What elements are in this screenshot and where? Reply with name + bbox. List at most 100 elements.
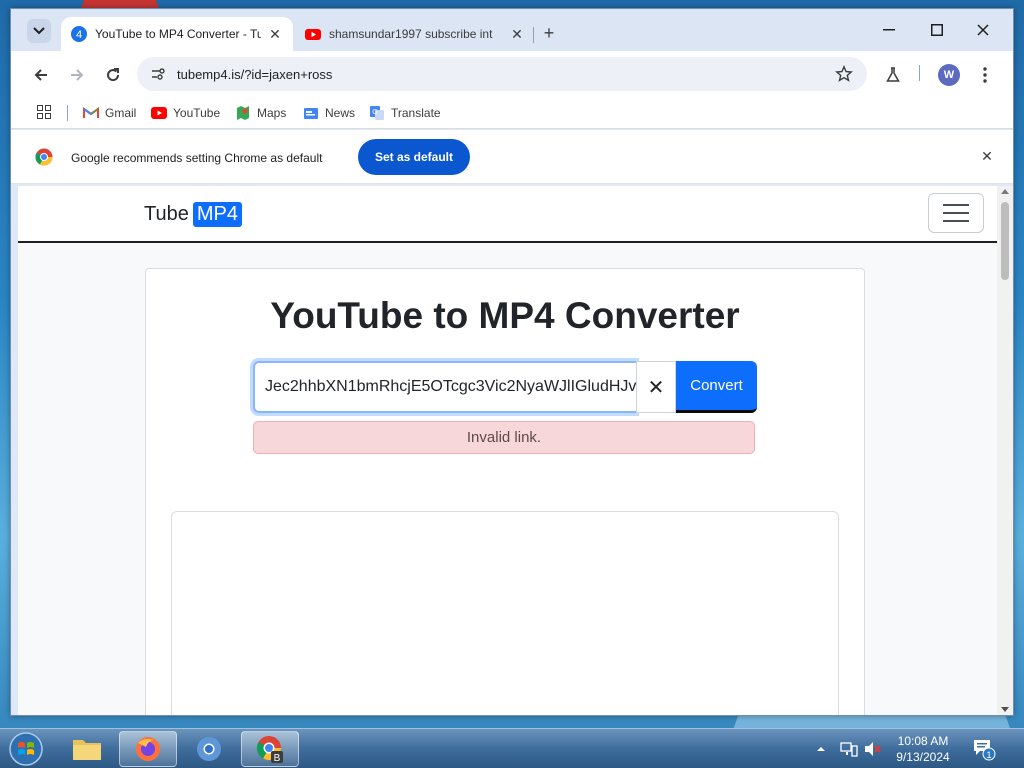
network-icon — [840, 742, 858, 757]
action-center-button[interactable]: 1 — [972, 729, 996, 768]
network-tray-button[interactable] — [840, 729, 858, 768]
bookmark-translate[interactable]: G Translate — [369, 105, 441, 121]
tab-separator — [533, 27, 534, 43]
window-close-button[interactable] — [963, 19, 1003, 41]
browser-window: 4 YouTube to MP4 Converter - Tu ✕ shamsu… — [10, 8, 1014, 716]
hamburger-icon — [943, 204, 969, 206]
bookmarks-bar: Gmail YouTube Maps News G Translate — [11, 97, 1013, 129]
site-logo[interactable]: Tube MP4 — [144, 202, 242, 227]
folder-icon — [73, 740, 101, 760]
chromium-icon — [197, 737, 221, 761]
clear-input-button[interactable]: ✕ — [636, 361, 676, 413]
tab-search-button[interactable] — [27, 19, 51, 43]
brand-text: Tube — [144, 203, 189, 225]
notification-icon: 1 — [974, 740, 996, 761]
maps-icon — [235, 105, 251, 121]
svg-text:G: G — [372, 109, 377, 116]
start-button[interactable] — [6, 731, 46, 767]
forward-button[interactable] — [65, 63, 89, 87]
gmail-icon — [83, 105, 99, 121]
reload-icon — [107, 68, 120, 82]
address-url[interactable]: tubemp4.is/?id=jaxen+ross — [177, 67, 332, 82]
apps-button[interactable] — [37, 105, 51, 119]
site-navbar: Tube MP4 — [18, 186, 997, 243]
bookmark-label: Maps — [257, 106, 287, 120]
reload-button[interactable] — [101, 63, 125, 87]
infobar-message: Google recommends setting Chrome as defa… — [71, 151, 323, 165]
tubemp4-favicon-icon: 4 — [71, 26, 87, 42]
tab-strip: 4 YouTube to MP4 Converter - Tu ✕ shamsu… — [11, 9, 1013, 51]
default-browser-infobar: Google recommends setting Chrome as defa… — [11, 130, 1013, 184]
converter-card: YouTube to MP4 Converter Jec2hhbXN1bmRhc… — [145, 268, 865, 715]
bookmark-youtube[interactable]: YouTube — [151, 105, 220, 121]
taskbar-explorer[interactable] — [58, 731, 116, 767]
new-tab-button[interactable]: + — [539, 23, 559, 43]
maximize-button[interactable] — [917, 19, 957, 41]
close-icon[interactable]: ✕ — [979, 148, 995, 164]
close-icon[interactable]: ✕ — [267, 26, 283, 42]
bookmark-label: YouTube — [173, 106, 221, 120]
taskbar: B 10:08 AM 9/13/2024 1 — [0, 728, 1024, 768]
more-vert-icon — [983, 67, 987, 83]
youtube-icon — [151, 105, 167, 121]
show-hidden-icons-button[interactable] — [816, 729, 826, 768]
toolbar-separator — [919, 65, 920, 81]
tab-youtube-video[interactable]: shamsundar1997 subscribe int ✕ — [295, 17, 535, 51]
clock-date: 9/13/2024 — [896, 750, 950, 764]
profile-button[interactable]: W — [937, 63, 961, 87]
site-info-icon[interactable] — [149, 65, 167, 83]
flask-icon — [886, 67, 900, 82]
close-icon — [977, 24, 989, 36]
taskbar-chromium[interactable] — [180, 731, 238, 767]
chrome-profile-badge: B — [274, 753, 281, 764]
set-as-default-button[interactable]: Set as default — [358, 139, 470, 175]
chevron-down-icon — [33, 27, 45, 35]
error-alert: Invalid link. — [253, 421, 755, 454]
bookmark-label: Translate — [391, 106, 441, 120]
system-clock[interactable]: 10:08 AM 9/13/2024 — [882, 733, 964, 765]
scroll-up-icon[interactable] — [1001, 189, 1009, 194]
convert-button[interactable]: Convert — [676, 361, 757, 413]
minimize-button[interactable] — [869, 19, 909, 41]
bookmark-label: Gmail — [105, 106, 137, 120]
taskbar-firefox[interactable] — [119, 731, 177, 767]
page-title: YouTube to MP4 Converter — [270, 295, 740, 336]
scroll-down-icon[interactable] — [1001, 707, 1009, 712]
maximize-icon — [931, 24, 943, 36]
bookmark-label: News — [325, 106, 356, 120]
notification-count: 1 — [986, 750, 991, 760]
close-icon[interactable]: ✕ — [509, 26, 525, 42]
bookmark-news[interactable]: News — [303, 105, 355, 121]
scrollbar-thumb[interactable] — [1001, 202, 1009, 280]
chevron-up-icon — [817, 747, 825, 751]
page-scrollbar[interactable] — [997, 186, 1013, 715]
tab-youtube-to-mp4[interactable]: 4 YouTube to MP4 Converter - Tu ✕ — [61, 17, 293, 51]
windows-start-icon — [9, 732, 43, 766]
chrome-icon: B — [256, 736, 283, 764]
tab-title: YouTube to MP4 Converter - Tu — [95, 27, 261, 41]
url-input-group: Jec2hhbXN1bmRhcjE5OTcgc3Vic2NyaWJlIGludH… — [253, 361, 757, 413]
chrome-menu-button[interactable] — [973, 63, 997, 87]
address-bar[interactable]: tubemp4.is/?id=jaxen+ross — [137, 57, 867, 91]
taskbar-chrome[interactable]: B — [241, 731, 299, 767]
youtube-icon — [305, 29, 321, 40]
video-url-input[interactable]: Jec2hhbXN1bmRhcjE5OTcgc3Vic2NyaWJlIGludH… — [253, 361, 636, 413]
bookmark-maps[interactable]: Maps — [235, 105, 286, 121]
news-icon — [303, 105, 319, 121]
avatar: W — [938, 64, 960, 86]
minimize-icon — [883, 29, 895, 31]
firefox-icon — [136, 737, 160, 761]
apps-grid-icon — [37, 105, 51, 119]
bookmark-star-icon[interactable] — [835, 65, 853, 83]
browser-toolbar: tubemp4.is/?id=jaxen+ross W — [11, 51, 1013, 97]
translate-icon: G — [369, 105, 385, 121]
bookmark-separator — [67, 105, 68, 121]
labs-button[interactable] — [881, 63, 905, 87]
bookmark-gmail[interactable]: Gmail — [83, 105, 136, 121]
navbar-toggle-button[interactable] — [928, 193, 984, 233]
back-button[interactable] — [29, 63, 53, 87]
volume-muted-icon — [865, 742, 881, 756]
volume-tray-button[interactable] — [864, 729, 882, 768]
arrow-left-icon — [34, 69, 47, 81]
tab-badge: 4 — [76, 29, 82, 41]
